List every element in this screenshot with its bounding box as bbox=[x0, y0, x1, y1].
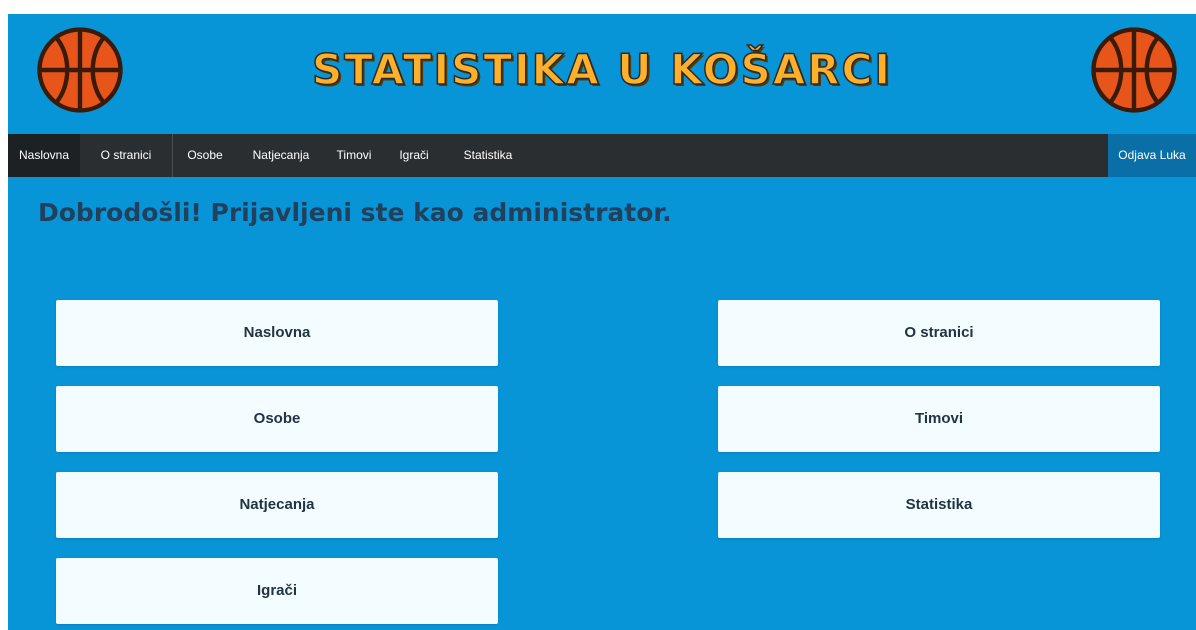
logout-link[interactable]: Odjava Luka bbox=[1108, 134, 1196, 177]
tile-statistika[interactable]: Statistika bbox=[718, 472, 1160, 538]
basketball-icon bbox=[1091, 27, 1177, 113]
tile-osobe[interactable]: Osobe bbox=[56, 386, 498, 452]
nav-item-natjecanja[interactable]: Natjecanja bbox=[237, 134, 325, 177]
nav-item-o-stranici[interactable]: O stranici bbox=[80, 134, 172, 177]
nav-item-naslovna[interactable]: Naslovna bbox=[8, 134, 80, 177]
nav-item-statistika[interactable]: Statistika bbox=[445, 134, 531, 177]
page-frame: STATISTIKA U KOŠARCI Naslovna O stranici… bbox=[8, 14, 1196, 630]
site-title: STATISTIKA U KOŠARCI bbox=[311, 44, 892, 95]
nav-item-osobe[interactable]: Osobe bbox=[173, 134, 237, 177]
nav-item-timovi[interactable]: Timovi bbox=[325, 134, 383, 177]
tile-natjecanja[interactable]: Natjecanja bbox=[56, 472, 498, 538]
tile-naslovna[interactable]: Naslovna bbox=[56, 300, 498, 366]
tile-timovi[interactable]: Timovi bbox=[718, 386, 1160, 452]
nav-item-igraci[interactable]: Igrači bbox=[383, 134, 445, 177]
tile-o-stranici[interactable]: O stranici bbox=[718, 300, 1160, 366]
site-header: STATISTIKA U KOŠARCI bbox=[8, 14, 1196, 134]
main-navbar: Naslovna O stranici Osobe Natjecanja Tim… bbox=[8, 134, 1196, 177]
tile-igraci[interactable]: Igrači bbox=[56, 558, 498, 624]
welcome-heading: Dobrodošli! Prijavljeni ste kao administ… bbox=[38, 198, 672, 227]
